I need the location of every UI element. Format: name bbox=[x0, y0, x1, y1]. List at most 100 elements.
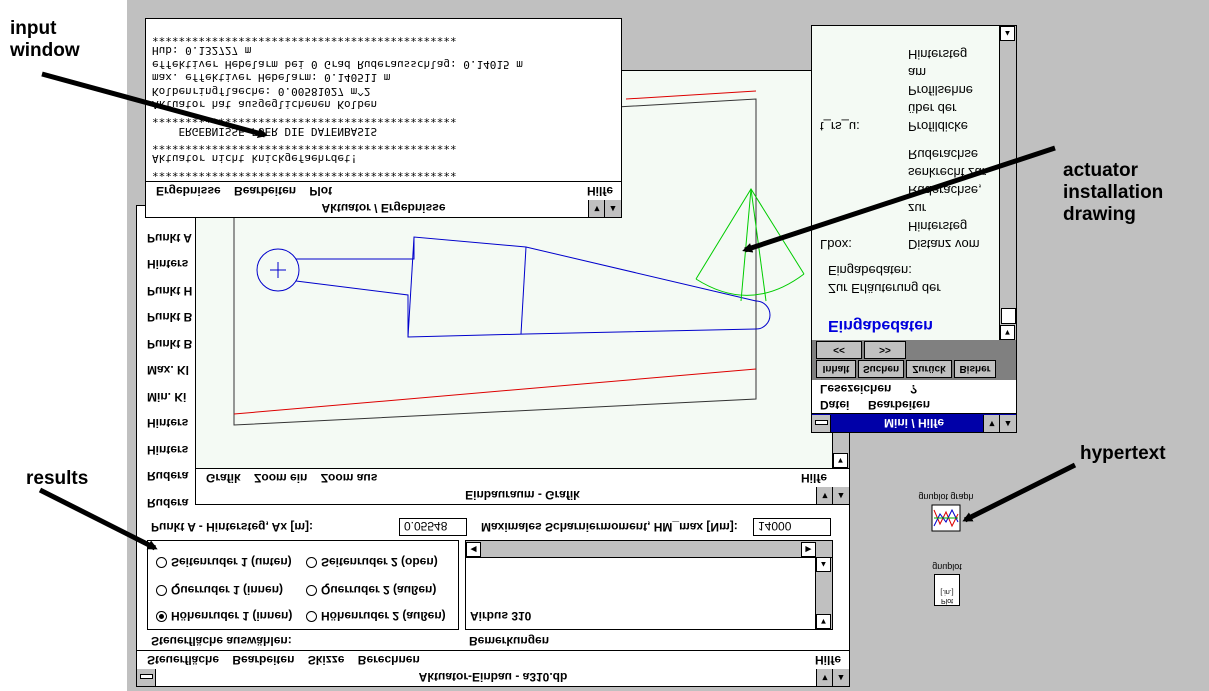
menu-grafik[interactable]: Grafik bbox=[206, 471, 241, 485]
menu-plot[interactable]: Plot bbox=[309, 184, 332, 198]
menu-zoom-ein[interactable]: Zoom ein bbox=[254, 471, 307, 485]
menu-datei[interactable]: Datei bbox=[820, 398, 849, 412]
radio-indicator bbox=[306, 557, 317, 568]
radio-indicator bbox=[156, 611, 167, 622]
scroll-up-icon[interactable]: ▲ bbox=[816, 557, 831, 572]
help-heading[interactable]: Eingabedaten bbox=[828, 316, 933, 334]
bemerkungen-text: Airbus 310 bbox=[470, 609, 532, 623]
side-label: Punkt B bbox=[147, 310, 193, 325]
bemerkungen-textarea[interactable]: Airbus 310 ▼ ▲ ◀ ▶ bbox=[465, 540, 833, 630]
help-text-line: senkrecht zur bbox=[908, 165, 987, 180]
result-line: Aktuator hat ausgeglichenen Kolben bbox=[152, 98, 378, 112]
graphics-window-titlebar[interactable]: Einbauraum - Grafik ▼ ▲ bbox=[196, 485, 849, 504]
menu-hilfe[interactable]: Hilfe bbox=[815, 651, 841, 668]
scroll-down-icon[interactable]: ▼ bbox=[816, 614, 831, 629]
results-window-titlebar[interactable]: Aktuator / Ergebnisse ▼ ▲ bbox=[146, 198, 621, 217]
bemerkungen-hscrollbar[interactable]: ◀ ▶ bbox=[466, 541, 832, 558]
radio-hoehenruder-2[interactable]: Höhenruder 2 (außen) bbox=[306, 609, 446, 623]
help-text-line: t_rs_u: bbox=[820, 119, 860, 134]
deflection-arc bbox=[695, 273, 805, 296]
scroll-up-icon[interactable]: ▲ bbox=[1000, 26, 1015, 41]
minimize-icon[interactable]: ▼ bbox=[816, 487, 833, 504]
side-label: Hinters bbox=[147, 443, 189, 457]
scroll-down-icon[interactable]: ▼ bbox=[1000, 325, 1015, 340]
scroll-left-icon[interactable]: ◀ bbox=[466, 542, 481, 557]
system-menu-icon[interactable] bbox=[812, 415, 831, 432]
help-menubar: Datei Bearbeiten Lesezeichen ? bbox=[812, 379, 1016, 414]
actuator-rod-lower bbox=[295, 280, 757, 338]
minimize-icon[interactable]: ▼ bbox=[816, 669, 833, 686]
help-zurueck-button[interactable]: Zurück bbox=[906, 360, 952, 378]
bemerkungen-vscrollbar[interactable]: ▼ ▲ bbox=[815, 557, 832, 629]
menu-skizze[interactable]: Skizze bbox=[308, 653, 345, 667]
menu-fragezeichen[interactable]: ? bbox=[910, 382, 917, 396]
maximize-icon[interactable]: ▲ bbox=[999, 415, 1016, 432]
menu-zoom-aus[interactable]: Zoom aus bbox=[321, 471, 378, 485]
radio-hoehenruder-1[interactable]: Höhenruder 1 (innen) bbox=[156, 609, 292, 623]
system-menu-icon[interactable] bbox=[137, 669, 156, 686]
menu-bearbeiten[interactable]: Bearbeiten bbox=[234, 184, 296, 198]
menu-berechnen[interactable]: Berechnen bbox=[358, 653, 420, 667]
point-a-input[interactable]: 0.05548 bbox=[399, 518, 467, 536]
help-suchen-button[interactable]: Suchen bbox=[858, 360, 904, 378]
help-bisher-button[interactable]: Bisher bbox=[954, 360, 996, 378]
help-inhalt-button[interactable]: Inhalt bbox=[816, 360, 856, 378]
point-a-label: Punkt A - Hintersteg, Ax [m]: bbox=[151, 520, 314, 534]
minimize-icon[interactable]: ▼ bbox=[983, 415, 1000, 432]
menu-steuerflaeche[interactable]: Steuerfläche bbox=[147, 653, 219, 667]
cone-axis bbox=[740, 188, 752, 302]
max-moment-input[interactable]: 14000 bbox=[753, 518, 831, 536]
menu-hilfe[interactable]: Hilfe bbox=[801, 469, 827, 486]
radio-label: Querruder 1 (innen) bbox=[171, 583, 284, 597]
plot-document-icon: Plot [.in.] bbox=[934, 574, 960, 606]
help-window-title: Mini / Hilfe bbox=[884, 416, 944, 430]
radio-seitenruder-2[interactable]: Seitenruder 2 (oben) bbox=[306, 555, 438, 569]
result-line: ****************************************… bbox=[152, 139, 457, 152]
maximize-icon[interactable]: ▲ bbox=[832, 487, 849, 504]
radio-label: Höhenruder 2 (außen) bbox=[321, 609, 446, 623]
annotation-results: results bbox=[26, 468, 89, 489]
help-back-button[interactable]: << bbox=[816, 341, 862, 359]
scroll-thumb[interactable] bbox=[1001, 308, 1016, 324]
result-line: Aktuator nicht knickgefaehrdet! bbox=[152, 152, 358, 166]
cylinder-left-edge bbox=[407, 236, 415, 338]
scroll-down-icon[interactable]: ▼ bbox=[833, 453, 848, 468]
help-text-line: Zur Erläuterung der bbox=[828, 281, 941, 296]
results-window-title: Aktuator / Ergebnisse bbox=[321, 201, 446, 215]
menu-hilfe[interactable]: Hilfe bbox=[587, 182, 613, 199]
radio-querruder-2[interactable]: Querruder 2 (außen) bbox=[306, 583, 436, 597]
menu-ergebnisse[interactable]: Ergebnisse bbox=[156, 184, 221, 198]
help-text-line: Lbox: bbox=[820, 237, 852, 252]
result-line: effektiver Hebelarm bei 0 Grad Ruderauss… bbox=[152, 58, 523, 71]
result-line: ****************************************… bbox=[152, 112, 457, 125]
radio-seitenruder-1[interactable]: Seitenruder 1 (unten) bbox=[156, 555, 292, 569]
results-text: ****************************************… bbox=[152, 31, 523, 179]
radio-label: Seitenruder 2 (oben) bbox=[321, 555, 438, 569]
gnuplot-graph-desktop-icon[interactable]: gnuplot graph bbox=[906, 492, 986, 534]
actuator-rod-upper bbox=[296, 236, 757, 302]
main-window-titlebar[interactable]: Aktuator-Einbau - a310.db ▼ ▲ bbox=[137, 667, 849, 686]
help-window-titlebar[interactable]: Mini / Hilfe ▼ ▲ bbox=[812, 413, 1016, 432]
radio-querruder-1[interactable]: Querruder 1 (innen) bbox=[156, 583, 283, 597]
gnuplot-desktop-icon[interactable]: gnuplot Plot [.in.] bbox=[912, 562, 982, 606]
side-label: Min. Ki bbox=[147, 390, 187, 404]
help-toolbar: Inhalt Suchen Zurück Bisher << >> bbox=[812, 339, 1016, 380]
help-forward-button[interactable]: >> bbox=[864, 341, 906, 359]
minimize-icon[interactable]: ▼ bbox=[588, 200, 605, 217]
menu-bearbeiten[interactable]: Bearbeiten bbox=[232, 653, 294, 667]
help-text-line: am bbox=[908, 65, 927, 80]
menu-bearbeiten[interactable]: Bearbeiten bbox=[868, 398, 930, 412]
side-label: Punkt H bbox=[147, 284, 193, 298]
maximize-icon[interactable]: ▲ bbox=[604, 200, 621, 217]
result-line: max. effektiver Hebelarm: 0.140511 m bbox=[152, 71, 391, 85]
menu-lesezeichen[interactable]: Lesezeichen bbox=[820, 382, 891, 396]
graph-icon bbox=[931, 504, 961, 532]
maximize-icon[interactable]: ▲ bbox=[832, 669, 849, 686]
side-label: Max. Kl bbox=[147, 363, 190, 378]
result-line: ERGEBNISSE FUER DIE DATENBASIS bbox=[152, 125, 378, 139]
help-vscrollbar[interactable]: ▼ ▲ bbox=[999, 26, 1016, 340]
radio-indicator bbox=[156, 585, 167, 596]
cone-axis-2 bbox=[750, 188, 767, 302]
scroll-right-icon[interactable]: ▶ bbox=[801, 542, 816, 557]
result-line: ****************************************… bbox=[152, 166, 457, 179]
